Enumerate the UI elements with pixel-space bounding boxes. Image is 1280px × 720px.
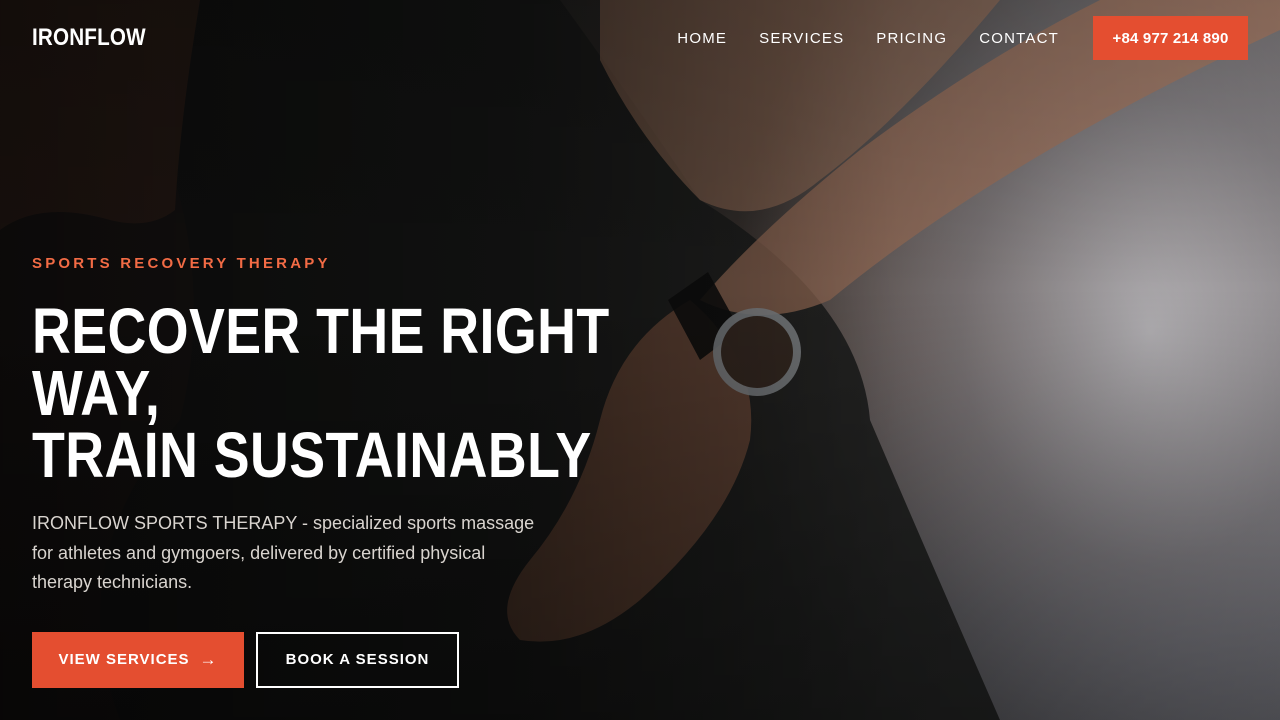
book-session-button[interactable]: BOOK A SESSION xyxy=(256,631,459,688)
arrow-right-icon: → xyxy=(199,649,218,669)
hero-headline: RECOVER THE RIGHT WAY, TRAIN SUSTAINABLY xyxy=(32,295,696,491)
hero-section: SPORTS RECOVERY THERAPY RECOVER THE RIGH… xyxy=(32,255,732,688)
nav-links: HOME SERVICES PRICING CONTACT xyxy=(677,30,1059,47)
hero-cta-row: VIEW SERVICES → BOOK A SESSION xyxy=(32,631,732,688)
hero-headline-line-2: TRAIN SUSTAINABLY xyxy=(32,419,592,491)
phone-button[interactable]: +84 977 214 890 xyxy=(1093,16,1248,60)
nav-link-home[interactable]: HOME xyxy=(677,30,727,47)
top-navigation: IRONFLOW HOME SERVICES PRICING CONTACT +… xyxy=(0,0,1280,76)
nav-link-contact[interactable]: CONTACT xyxy=(979,30,1059,47)
hero-eyebrow: SPORTS RECOVERY THERAPY xyxy=(32,255,331,272)
view-services-label: VIEW SERVICES xyxy=(58,651,190,668)
nav-link-pricing[interactable]: PRICING xyxy=(876,30,947,47)
nav-right-group: HOME SERVICES PRICING CONTACT +84 977 21… xyxy=(677,16,1248,60)
view-services-button[interactable]: VIEW SERVICES → xyxy=(32,631,244,688)
hero-headline-line-1: RECOVER THE RIGHT WAY, xyxy=(32,295,610,429)
hero-description: IRONFLOW SPORTS THERAPY - specialized sp… xyxy=(32,513,535,592)
nav-link-services[interactable]: SERVICES xyxy=(759,30,844,47)
logo[interactable]: IRONFLOW xyxy=(32,24,146,52)
